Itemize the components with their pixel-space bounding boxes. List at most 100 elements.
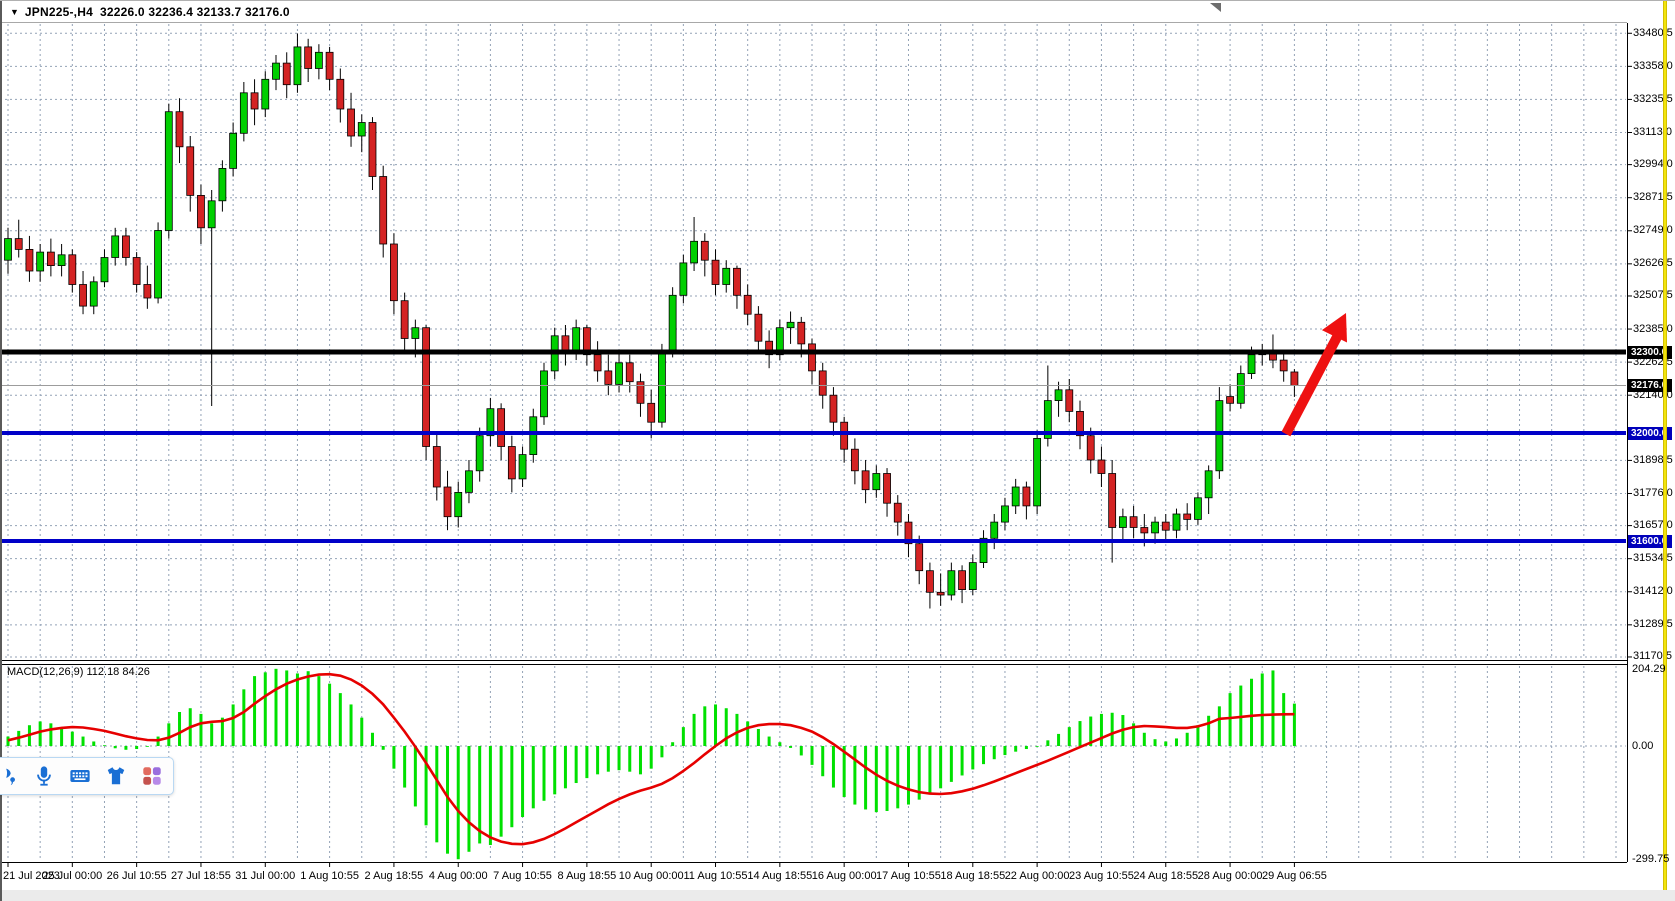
candle — [669, 295, 676, 352]
macd-bar — [971, 746, 974, 769]
candle — [862, 471, 869, 490]
macd-bar — [510, 746, 513, 827]
macd-bar — [886, 746, 889, 811]
time-label: 11 Aug 10:55 — [684, 870, 748, 882]
candle — [508, 447, 515, 479]
macd-bar — [500, 746, 503, 837]
candle — [851, 449, 858, 471]
macd-bar — [768, 737, 771, 746]
candle — [423, 328, 430, 447]
pen-icon[interactable] — [0, 765, 19, 787]
candle — [594, 355, 601, 371]
candle — [916, 544, 923, 571]
macd-bar — [1196, 725, 1199, 746]
macd-bar — [1154, 739, 1157, 746]
macd-bar — [607, 746, 610, 772]
time-label: 17 Aug 10:55 — [876, 870, 941, 882]
candle — [787, 322, 794, 327]
macd-bar — [146, 746, 149, 747]
macd-bar — [1175, 738, 1178, 746]
macd-bar — [864, 746, 867, 809]
macd-bar — [178, 712, 181, 746]
macd-bar — [1143, 733, 1146, 746]
macd-bar — [1207, 716, 1210, 746]
candle — [1216, 401, 1223, 471]
macd-bar — [778, 742, 781, 746]
macd-bar — [82, 737, 85, 746]
macd-bar — [993, 746, 996, 759]
time-label: 27 Jul 18:55 — [171, 870, 231, 882]
macd-bar — [703, 706, 706, 746]
chart-plot[interactable] — [0, 1, 1675, 901]
candle — [240, 93, 247, 134]
price-axis[interactable]: 33480.533358.033235.533113.032994.032871… — [1627, 1, 1675, 901]
macd-bar — [1100, 714, 1103, 746]
macd-bar — [693, 714, 696, 746]
macd-bar — [264, 672, 267, 746]
candle — [626, 363, 633, 382]
macd-bar — [982, 746, 985, 764]
candle — [1023, 487, 1030, 506]
candle — [401, 301, 408, 339]
macd-bar — [403, 746, 406, 788]
macd-bar — [414, 746, 417, 806]
candle — [37, 252, 44, 271]
candle — [444, 487, 451, 517]
macd-bar — [360, 718, 363, 746]
candle — [733, 268, 740, 295]
macd-bar — [757, 729, 760, 746]
macd-bar — [564, 746, 567, 788]
macd-bar — [682, 727, 685, 746]
macd-bar — [1282, 693, 1285, 746]
macd-bar — [821, 746, 824, 776]
macd-bar — [896, 746, 899, 808]
time-label: 18 Aug 18:55 — [940, 870, 1005, 882]
macd-bar — [1218, 706, 1221, 746]
macd-bar — [275, 669, 278, 746]
time-label: 26 Jul 10:55 — [107, 870, 167, 882]
macd-bar — [1025, 746, 1028, 749]
macd-bar — [467, 746, 470, 852]
macd-bar — [1164, 741, 1167, 746]
candle — [1034, 438, 1041, 506]
keyboard-icon[interactable] — [69, 765, 91, 787]
macd-bar — [853, 746, 856, 805]
time-axis[interactable]: 21 Jul 202325 Jul 00:0026 Jul 10:5527 Ju… — [0, 867, 1627, 889]
candle — [176, 112, 183, 147]
candle — [819, 371, 826, 395]
macd-zero-label: 0.00 — [1632, 740, 1653, 752]
candle — [122, 236, 129, 258]
candle — [1227, 397, 1234, 404]
candle — [326, 52, 333, 79]
candle — [155, 230, 162, 298]
candle — [648, 403, 655, 422]
macd-indicator-label: MACD(12,26,9) 112.18 84.26 — [7, 666, 150, 678]
candle — [723, 268, 730, 284]
yellow-vertical-line[interactable] — [1663, 1, 1667, 901]
apps-grid-icon[interactable] — [141, 765, 163, 787]
candle — [1109, 474, 1116, 528]
candle — [1098, 460, 1105, 474]
candle — [262, 79, 269, 109]
macd-bar — [1057, 734, 1060, 746]
microphone-icon[interactable] — [33, 765, 55, 787]
candle — [1173, 514, 1180, 530]
macd-bar — [1014, 746, 1017, 752]
macd-bar — [435, 746, 438, 842]
shirt-icon[interactable] — [105, 765, 127, 787]
candle — [208, 201, 215, 228]
macd-bar — [660, 746, 663, 757]
candle — [798, 322, 805, 344]
candle — [701, 241, 708, 260]
candle — [948, 571, 955, 595]
time-label: 14 Aug 18:55 — [747, 870, 812, 882]
time-label: 25 Jul 00:00 — [42, 870, 102, 882]
candle — [412, 328, 419, 339]
candle — [144, 284, 151, 298]
macd-bar — [811, 746, 814, 765]
macd-bar — [339, 693, 342, 746]
macd-bar — [746, 721, 749, 746]
macd-bar — [135, 746, 138, 749]
candle — [712, 260, 719, 284]
macd-bar — [328, 684, 331, 746]
